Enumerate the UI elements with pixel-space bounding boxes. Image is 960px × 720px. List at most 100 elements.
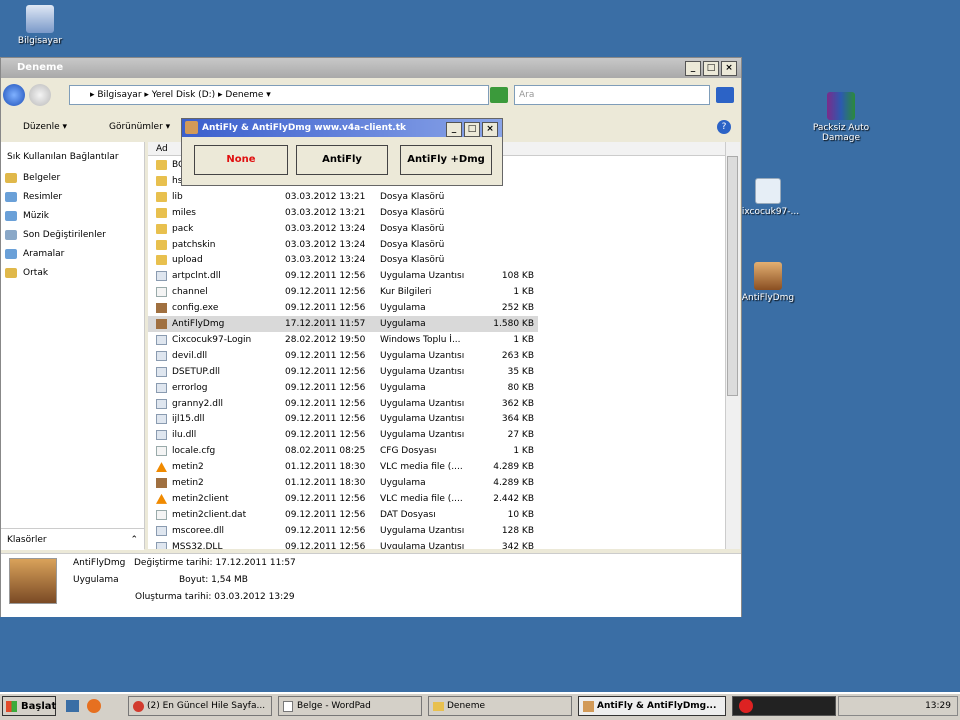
stop-record-icon[interactable] (739, 699, 753, 713)
app-icon (156, 319, 167, 329)
address-bar[interactable]: ▸ Bilgisayar ▸ Yerel Disk (D:) ▸ Deneme … (69, 85, 489, 105)
task-antifly[interactable]: AntiFly & AntiFlyDmg... (578, 696, 726, 716)
file-type: DAT Dosyası (380, 509, 436, 520)
file-row[interactable]: Cixcocuk97-Login 28.02.2012 19:50 Windows … (148, 332, 538, 348)
file-date: 09.12.2011 12:56 (285, 366, 366, 377)
file-row[interactable]: patchskin 03.03.2012 13:24 Dosya Klasörü (148, 237, 538, 253)
file-row[interactable]: MSS32.DLL 09.12.2011 12:56 Uygulama Uzantı… (148, 539, 538, 549)
computer-icon (26, 5, 54, 33)
details-size: Boyut: 1,54 MB (179, 575, 248, 585)
maximize-button[interactable]: □ (703, 61, 719, 76)
organize-menu[interactable]: Düzenle ▾ (23, 122, 67, 132)
file-row[interactable]: metin2 01.12.2011 18:30 Uygulama 4.289 KB (148, 475, 538, 491)
file-name: upload (172, 255, 203, 266)
show-desktop-icon[interactable] (66, 700, 79, 712)
dialog-minimize-button[interactable]: _ (446, 122, 462, 137)
navigation-pane: Sık Kullanılan Bağlantılar Belgeler Resi… (1, 142, 145, 549)
views-menu[interactable]: Görünümler ▾ (109, 122, 170, 132)
file-type: Uygulama Uzantısı (380, 414, 465, 425)
file-row[interactable]: metin2 01.12.2011 18:30 VLC media file (..… (148, 459, 538, 475)
file-name: mscoree.dll (172, 525, 225, 536)
file-row[interactable]: mscoree.dll 09.12.2011 12:56 Uygulama Uzan… (148, 523, 538, 539)
file-row[interactable]: metin2client.dat 09.12.2011 12:56 DAT Dosy… (148, 507, 538, 523)
scroll-thumb[interactable] (727, 156, 738, 396)
clock[interactable]: 13:29 (925, 701, 951, 711)
folder-icon (156, 191, 167, 202)
file-size: 4.289 KB (493, 478, 534, 488)
file-row[interactable]: granny2.dll 09.12.2011 12:56 Uygulama Uzan… (148, 396, 538, 412)
minimize-button[interactable]: _ (685, 61, 701, 76)
close-button[interactable]: × (721, 61, 737, 76)
file-date: 09.12.2011 12:56 (285, 430, 366, 441)
help-icon[interactable]: ? (717, 120, 731, 134)
winrar-icon (827, 92, 855, 120)
dialog-close-button[interactable]: × (482, 122, 498, 137)
file-name: miles (172, 207, 196, 218)
search-input[interactable]: Ara (514, 85, 710, 105)
windows-logo-icon (6, 701, 17, 712)
file-row[interactable]: config.exe 09.12.2011 12:56 Uygulama 252 KB (148, 300, 538, 316)
start-button[interactable]: Başlat (2, 696, 56, 716)
file-row[interactable]: pack 03.03.2012 13:24 Dosya Klasörü (148, 221, 538, 237)
explorer-titlebar[interactable]: Deneme _ □ × (1, 58, 741, 78)
nav-link-music[interactable]: Müzik (5, 211, 49, 221)
task-wordpad[interactable]: Belge - WordPad (278, 696, 422, 716)
vertical-scrollbar[interactable] (725, 142, 740, 549)
refresh-icon[interactable] (490, 87, 508, 103)
file-date: 09.12.2011 12:56 (285, 493, 366, 504)
nav-link-recent[interactable]: Son Değiştirilenler (5, 230, 106, 240)
task-chrome[interactable]: (2) En Güncel Hile Sayfa... (128, 696, 272, 716)
vlc-icon (156, 462, 167, 473)
views-label: Görünümler (109, 122, 163, 132)
searches-icon (5, 249, 17, 259)
file-date: 09.12.2011 12:56 (285, 303, 366, 314)
file-row[interactable]: DSETUP.dll 09.12.2011 12:56 Uygulama Uzant… (148, 364, 538, 380)
dialog-titlebar[interactable]: AntiFly & AntiFlyDmg www.v4a-client.tk _… (182, 119, 502, 137)
file-name: patchskin (172, 239, 216, 250)
file-name: devil.dll (172, 350, 208, 361)
file-date: 03.03.2012 13:21 (285, 191, 366, 202)
dialog-maximize-button[interactable]: □ (464, 122, 480, 137)
dll-icon (156, 382, 167, 393)
antifly-dmg-button[interactable]: AntiFly +Dmg (400, 145, 492, 175)
antifly-button[interactable]: AntiFly (296, 145, 388, 175)
file-row[interactable]: lib 03.03.2012 13:21 Dosya Klasörü (148, 189, 538, 205)
forward-button[interactable] (29, 84, 51, 106)
nav-link-pictures[interactable]: Resimler (5, 192, 62, 202)
file-row[interactable]: AntiFlyDmg 17.12.2011 11:57 Uygulama 1.580 … (148, 316, 538, 332)
file-row[interactable]: miles 03.03.2012 13:21 Dosya Klasörü (148, 205, 538, 221)
nav-link-public[interactable]: Ortak (5, 268, 48, 278)
nav-link-documents[interactable]: Belgeler (5, 173, 60, 183)
folders-toggle[interactable]: Klasörler ⌃ (1, 528, 144, 550)
firefox-icon[interactable] (87, 699, 101, 713)
file-row[interactable]: ilu.dll 09.12.2011 12:56 Uygulama Uzantısı… (148, 427, 538, 443)
file-row[interactable]: channel 09.12.2011 12:56 Kur Bilgileri 1 KB (148, 284, 538, 300)
file-date: 03.03.2012 13:24 (285, 239, 366, 250)
file-size: 1 KB (513, 334, 534, 345)
search-icon[interactable] (716, 87, 734, 103)
media-toolbar[interactable] (732, 696, 836, 716)
file-row[interactable]: upload 03.03.2012 13:24 Dosya Klasörü (148, 252, 538, 268)
file-row[interactable]: locale.cfg 08.02.2011 08:25 CFG Dosyası 1 K… (148, 443, 538, 459)
desktop-icon-packsiz[interactable]: Packsiz Auto Damage (801, 92, 881, 143)
file-type: Uygulama Uzantısı (380, 366, 465, 377)
file-row[interactable]: ijl15.dll 09.12.2011 12:56 Uygulama Uzantı… (148, 411, 538, 427)
task-explorer[interactable]: Deneme (428, 696, 572, 716)
file-type: VLC media file (.... (380, 462, 463, 473)
file-row[interactable]: errorlog 09.12.2011 12:56 Uygulama 80 KB (148, 380, 538, 396)
file-size: 27 KB (507, 430, 534, 441)
file-row[interactable]: metin2client 09.12.2011 12:56 VLC media fi… (148, 491, 538, 507)
file-row[interactable]: devil.dll 09.12.2011 12:56 Uygulama Uzantı… (148, 348, 538, 364)
none-button[interactable]: None (194, 145, 288, 175)
file-type: Uygulama Uzantısı (380, 525, 465, 536)
file-row[interactable]: artpclnt.dll 09.12.2011 12:56 Uygulama Uza… (148, 268, 538, 284)
file-name: granny2.dll (172, 398, 223, 409)
dll-icon (156, 334, 167, 345)
nav-link-searches[interactable]: Aramalar (5, 249, 64, 259)
back-button[interactable] (3, 84, 25, 106)
file-size: 362 KB (501, 398, 534, 409)
app-icon (156, 478, 167, 488)
desktop-icon-computer[interactable]: Bilgisayar (0, 5, 80, 46)
nav-link-label: Aramalar (23, 249, 65, 259)
search-placeholder: Ara (519, 90, 535, 100)
